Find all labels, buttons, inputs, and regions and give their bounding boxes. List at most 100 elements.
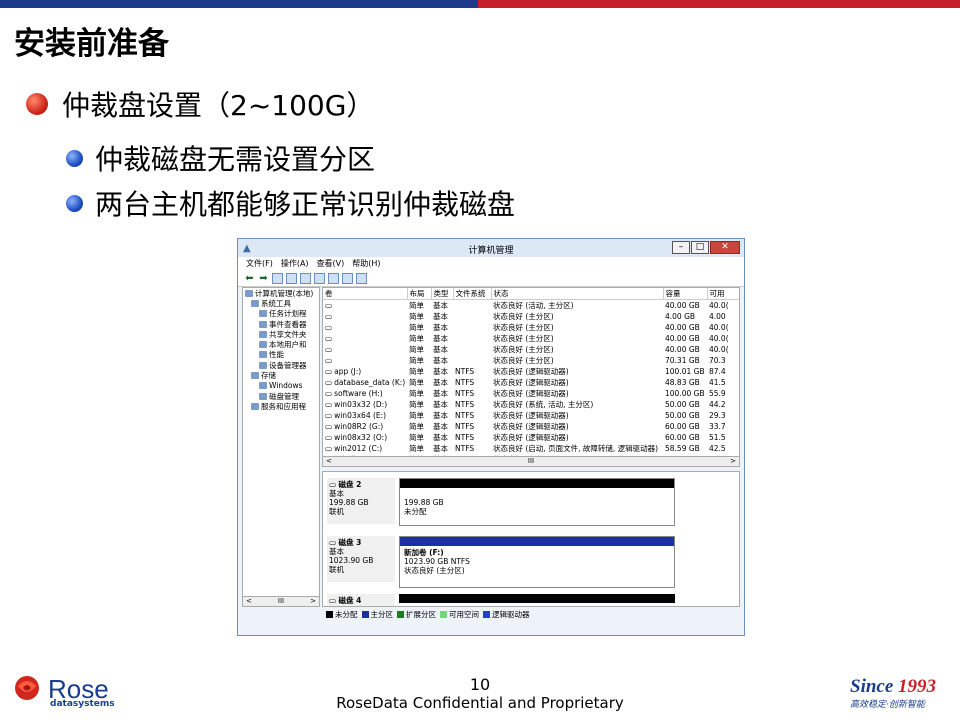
volume-icon: ▭ bbox=[325, 312, 333, 321]
table-row[interactable]: ▭ 简单 基本 状态良好 (主分区) 40.00 GB 40.0( bbox=[323, 322, 739, 333]
legend-label: 未分配 bbox=[335, 609, 358, 619]
since-1993-logo: Since 1993 高效稳定·创新智能 bbox=[850, 676, 950, 710]
tree-item-device-manager[interactable]: 设备管理器 bbox=[243, 360, 319, 370]
column-header[interactable]: 状态 bbox=[491, 288, 664, 300]
table-cell bbox=[453, 300, 491, 312]
show-tree-icon[interactable] bbox=[286, 272, 297, 284]
scroll-right-icon[interactable]: > bbox=[310, 597, 316, 606]
table-row[interactable]: ▭ 简单 基本 状态良好 (活动, 主分区) 40.00 GB 40.0( bbox=[323, 300, 739, 312]
tree-horizontal-scrollbar[interactable]: < III > bbox=[243, 596, 319, 606]
table-cell: 40.00 GB bbox=[665, 345, 700, 354]
table-cell: 简单 bbox=[409, 356, 424, 365]
table-cell: 状态良好 (启动, 页面文件, 故障转储, 逻辑驱动器) bbox=[493, 444, 659, 453]
tree-item-windows-backup[interactable]: Windows bbox=[243, 381, 319, 391]
tree-item-root[interactable]: 计算机管理(本地) bbox=[243, 288, 319, 298]
column-header[interactable]: 容量 bbox=[663, 288, 708, 300]
table-row[interactable]: ▭ win03x32 (D:) 简单 基本 NTFS 状态良好 (系统, 活动, 主分区)… bbox=[323, 399, 739, 410]
disk-2-partition[interactable]: 199.88 GB 未分配 bbox=[399, 478, 675, 526]
disk-2-info: ▭ 磁盘 2 基本 199.88 GB 联机 bbox=[327, 478, 395, 524]
table-cell: 70.3 bbox=[709, 356, 726, 365]
table-cell: 简单 bbox=[409, 345, 424, 354]
volume-horizontal-scrollbar[interactable]: < III > bbox=[323, 456, 739, 466]
legend-swatch bbox=[483, 610, 490, 618]
volume-icon: ▭ bbox=[325, 345, 333, 354]
scroll-thumb[interactable]: III bbox=[278, 597, 284, 606]
minimize-button[interactable]: – bbox=[672, 241, 690, 254]
column-header[interactable]: 类型 bbox=[431, 288, 454, 300]
scroll-left-icon[interactable]: < bbox=[326, 457, 332, 466]
device-icon bbox=[259, 361, 267, 369]
refresh-icon[interactable] bbox=[328, 272, 339, 284]
table-cell: 状态良好 (逻辑驱动器) bbox=[493, 422, 569, 431]
menu-action[interactable]: 操作(A) bbox=[281, 258, 309, 269]
table-row[interactable]: ▭ win2012 (C:) 简单 基本 NTFS 状态良好 (启动, 页面文件, 故障转… bbox=[323, 443, 739, 454]
tree-item-system-tools[interactable]: 系统工具 bbox=[243, 298, 319, 308]
page-number: 10 bbox=[469, 675, 491, 694]
tree-item-services[interactable]: 服务和应用程 bbox=[243, 401, 319, 411]
maximize-button[interactable]: □ bbox=[691, 241, 709, 254]
tree-item-shared-folders[interactable]: 共享文件夹 bbox=[243, 329, 319, 339]
column-header[interactable]: 卷 bbox=[323, 288, 408, 300]
table-cell: 基本 bbox=[433, 301, 448, 310]
table-cell: ▭ win08x32 (O:) bbox=[325, 433, 388, 442]
help-icon[interactable] bbox=[300, 272, 311, 284]
table-cell: NTFS bbox=[455, 400, 475, 409]
tree-item-task-scheduler[interactable]: 任务计划程 bbox=[243, 309, 319, 319]
scroll-left-icon[interactable]: < bbox=[246, 597, 252, 606]
table-cell: 基本 bbox=[433, 334, 448, 343]
tree-item-event-viewer[interactable]: 事件查看器 bbox=[243, 319, 319, 329]
table-row[interactable]: ▭ win08x32 (O:) 简单 基本 NTFS 状态良好 (逻辑驱动器) 60.00 … bbox=[323, 432, 739, 443]
back-arrow-icon[interactable]: ⬅ bbox=[244, 273, 255, 284]
volume-icon: ▭ bbox=[325, 323, 333, 332]
disk-3-partition[interactable]: 新加卷 (F:) 1023.90 GB NTFS 状态良好 (主分区) bbox=[399, 536, 675, 588]
properties-icon[interactable] bbox=[314, 272, 325, 284]
settings-icon[interactable] bbox=[356, 272, 367, 284]
table-row[interactable]: ▭ win03x64 (E:) 简单 基本 NTFS 状态良好 (逻辑驱动器) 50.00 … bbox=[323, 410, 739, 421]
table-cell: 简单 bbox=[409, 334, 424, 343]
table-cell: ▭ bbox=[323, 300, 407, 312]
table-row[interactable]: ▭ 简单 基本 状态良好 (主分区) 40.00 GB 40.0( bbox=[323, 344, 739, 355]
menu-help[interactable]: 帮助(H) bbox=[352, 258, 380, 269]
up-folder-icon[interactable] bbox=[272, 272, 283, 284]
table-cell: NTFS bbox=[455, 444, 475, 453]
navigation-tree: 计算机管理(本地) 系统工具 任务计划程 事件查看器 共享文件夹 本地用户和 性… bbox=[242, 287, 320, 607]
export-icon[interactable] bbox=[342, 272, 353, 284]
column-header[interactable]: 可用 bbox=[707, 288, 739, 300]
column-header[interactable]: 布局 bbox=[407, 288, 432, 300]
disk-4-partition[interactable] bbox=[399, 594, 675, 606]
menu-file[interactable]: 文件(F) bbox=[246, 258, 273, 269]
column-header[interactable]: 文件系统 bbox=[453, 288, 492, 300]
table-row[interactable]: ▭ software (H:) 简单 基本 NTFS 状态良好 (逻辑驱动器) 100.00… bbox=[323, 388, 739, 399]
disk-3-info: ▭ 磁盘 3 基本 1023.90 GB 联机 bbox=[327, 536, 395, 582]
table-row[interactable]: ▭ database_data (K:) 简单 基本 NTFS 状态良好 (逻辑驱动器) 4… bbox=[323, 377, 739, 388]
tree-item-local-users[interactable]: 本地用户和 bbox=[243, 339, 319, 349]
storage-icon bbox=[251, 372, 259, 380]
users-icon bbox=[259, 341, 267, 349]
backup-icon bbox=[259, 382, 267, 390]
table-cell: 60.00 GB bbox=[665, 433, 700, 442]
close-button[interactable]: ✕ bbox=[710, 241, 740, 254]
table-cell: 58.59 GB bbox=[665, 444, 700, 453]
table-cell: 40.00 GB bbox=[665, 301, 700, 310]
tree-item-performance[interactable]: 性能 bbox=[243, 350, 319, 360]
table-row[interactable]: ▭ 简单 基本 状态良好 (主分区) 4.00 GB 4.00 bbox=[323, 311, 739, 322]
table-row[interactable]: ▭ app (J:) 简单 基本 NTFS 状态良好 (逻辑驱动器) 100.01 GB 87… bbox=[323, 366, 739, 377]
disk-legend: 未分配 主分区 扩展分区 可用空间 逻辑驱动器 bbox=[322, 608, 740, 620]
table-cell: 40.0( bbox=[709, 323, 729, 332]
scroll-thumb[interactable]: III bbox=[528, 457, 534, 466]
forward-arrow-icon[interactable]: ➡ bbox=[258, 273, 269, 284]
tree-item-disk-management[interactable]: 磁盘管理 bbox=[243, 391, 319, 401]
menu-view[interactable]: 查看(V) bbox=[317, 258, 345, 269]
table-cell: 状态良好 (逻辑驱动器) bbox=[493, 378, 569, 387]
table-row[interactable]: ▭ 简单 基本 状态良好 (主分区) 40.00 GB 40.0( bbox=[323, 333, 739, 344]
disk-icon: ▭ bbox=[329, 596, 337, 605]
table-cell: 状态良好 (主分区) bbox=[493, 334, 554, 343]
table-cell: 简单 bbox=[409, 378, 424, 387]
table-cell: 60.00 GB bbox=[665, 422, 700, 431]
table-row[interactable]: ▭ win08R2 (G:) 简单 基本 NTFS 状态良好 (逻辑驱动器) 60.00 G… bbox=[323, 421, 739, 432]
disk-icon: ▭ bbox=[329, 538, 337, 547]
tree-item-storage[interactable]: 存储 bbox=[243, 370, 319, 380]
table-row[interactable]: ▭ 简单 基本 状态良好 (主分区) 70.31 GB 70.3 bbox=[323, 355, 739, 366]
table-cell: NTFS bbox=[455, 433, 475, 442]
scroll-right-icon[interactable]: > bbox=[730, 457, 736, 466]
